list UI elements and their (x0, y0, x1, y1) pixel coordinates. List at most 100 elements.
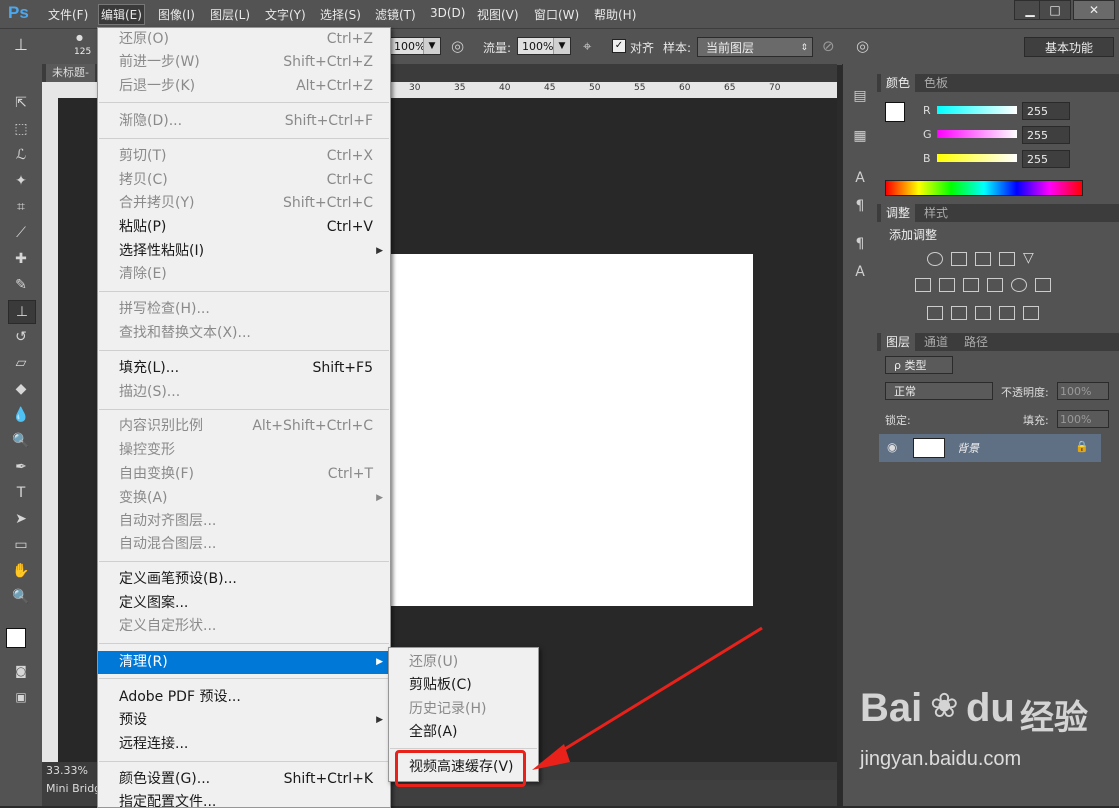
maximize-button[interactable]: □ (1039, 0, 1071, 20)
blue-slider[interactable] (937, 154, 1017, 162)
photo-filter-icon[interactable] (987, 278, 1003, 292)
color-lookup-icon[interactable] (1035, 278, 1051, 292)
ignore-adjustment-icon[interactable]: ⊘ (822, 37, 835, 55)
menu-type[interactable]: 文字(Y) (265, 6, 306, 23)
hand-tool-icon[interactable]: ✋ (8, 560, 34, 582)
exposure-icon[interactable] (999, 252, 1015, 266)
menu-item-paste[interactable]: 粘贴(P) Ctrl+V (98, 216, 390, 239)
menu-item-copy[interactable]: 拷贝(C) Ctrl+C (98, 169, 390, 192)
brightness-icon[interactable] (927, 252, 943, 266)
align-checkbox[interactable]: ✓ (612, 39, 626, 53)
pressure-opacity-icon[interactable]: ◎ (451, 37, 464, 55)
layer-opacity-field[interactable]: 100% (1057, 382, 1109, 400)
eyedropper-tool-icon[interactable]: ⟋ (8, 222, 34, 244)
menu-item-define-shape[interactable]: 定义自定形状... (98, 615, 390, 638)
flow-field[interactable]: 100% ▼ (517, 37, 571, 55)
chevron-down-icon[interactable]: ▼ (423, 38, 440, 54)
menu-item-transform[interactable]: 变换(A) ▶ (98, 487, 390, 510)
zoom-level[interactable]: 33.33% (46, 764, 88, 777)
brush-preview-icon[interactable]: ● (76, 33, 83, 42)
close-button[interactable]: ✕ (1073, 0, 1115, 20)
menu-item-auto-blend[interactable]: 自动混合图层... (98, 533, 390, 556)
purge-item-undo[interactable]: 还原(U) (389, 651, 538, 674)
green-slider[interactable] (937, 130, 1017, 138)
pen-tool-icon[interactable]: ✒ (8, 456, 34, 478)
chevron-down-icon[interactable]: ▼ (553, 38, 570, 54)
curves-icon[interactable] (975, 252, 991, 266)
menu-item-cut[interactable]: 剪切(T) Ctrl+X (98, 145, 390, 168)
layer-fill-field[interactable]: 100% (1057, 410, 1109, 428)
invert-icon[interactable] (927, 306, 943, 320)
color-balance-icon[interactable] (939, 278, 955, 292)
eraser-tool-icon[interactable]: ▱ (8, 352, 34, 374)
menu-file[interactable]: 文件(F) (48, 6, 88, 23)
clone-stamp-icon[interactable]: ⊥ (14, 35, 28, 54)
opacity-field[interactable]: 100% ▼ (389, 37, 441, 55)
menu-item-copy-merged[interactable]: 合并拷贝(Y) Shift+Ctrl+C (98, 192, 390, 215)
zoom-tool-icon[interactable]: 🔍 (8, 586, 34, 608)
airbrush-icon[interactable]: ⌖ (583, 37, 591, 55)
paragraph-styles-icon[interactable]: ¶ (851, 236, 869, 254)
menu-item-pdf-presets[interactable]: Adobe PDF 预设... (98, 686, 390, 709)
tab-layers[interactable]: 图层 (881, 333, 916, 351)
menu-item-define-pattern[interactable]: 定义图案... (98, 592, 390, 615)
tab-swatches[interactable]: 色板 (919, 74, 953, 92)
layer-row-background[interactable]: ◉ 背景 🔒 (879, 434, 1101, 462)
tab-paths[interactable]: 路径 (959, 333, 993, 351)
menu-filter[interactable]: 滤镜(T) (375, 6, 416, 23)
type-tool-icon[interactable]: T (8, 482, 34, 504)
menu-item-find-replace[interactable]: 查找和替换文本(X)... (98, 322, 390, 345)
menu-3d[interactable]: 3D(D) (430, 6, 465, 20)
actions-panel-icon[interactable]: ▦ (851, 128, 869, 146)
menu-layer[interactable]: 图层(L) (210, 6, 250, 23)
menu-item-define-brush[interactable]: 定义画笔预设(B)... (98, 568, 390, 591)
hue-saturation-icon[interactable] (915, 278, 931, 292)
crop-tool-icon[interactable]: ⌗ (8, 196, 34, 218)
layer-filter-select[interactable]: ρ 类型 (885, 356, 953, 374)
brush-tool-icon[interactable]: ✎ (8, 274, 34, 296)
character-styles-icon[interactable]: A (851, 264, 869, 282)
menu-item-remote-connections[interactable]: 远程连接... (98, 733, 390, 756)
brush-size-value[interactable]: 125 (74, 47, 91, 57)
menu-item-purge[interactable]: 清理(R) ▶ (98, 651, 390, 674)
blue-value[interactable]: 255 (1022, 150, 1070, 168)
color-spectrum-bar[interactable] (885, 180, 1083, 196)
menu-edit[interactable]: 编辑(E) (98, 4, 145, 25)
gradient-map-icon[interactable] (1023, 306, 1039, 320)
lasso-tool-icon[interactable]: ℒ (8, 144, 34, 166)
red-slider[interactable] (937, 106, 1017, 114)
menu-item-paste-special[interactable]: 选择性粘贴(I) ▶ (98, 240, 390, 263)
marquee-tool-icon[interactable]: ⬚ (8, 118, 34, 140)
menu-item-content-aware-scale[interactable]: 内容识别比例 Alt+Shift+Ctrl+C (98, 415, 390, 438)
tab-channels[interactable]: 通道 (919, 333, 953, 351)
healing-brush-icon[interactable]: ✚ (8, 248, 34, 270)
workspace-button[interactable]: 基本功能 (1024, 37, 1114, 57)
menu-window[interactable]: 窗口(W) (534, 6, 579, 23)
menu-item-auto-align[interactable]: 自动对齐图层... (98, 510, 390, 533)
purge-item-histories[interactable]: 历史记录(H) (389, 698, 538, 721)
purge-item-all[interactable]: 全部(A) (389, 721, 538, 744)
menu-item-free-transform[interactable]: 自由变换(F) Ctrl+T (98, 463, 390, 486)
tab-styles[interactable]: 样式 (919, 204, 953, 222)
foreground-color-swatch[interactable] (885, 102, 905, 122)
channel-mixer-icon[interactable] (1011, 278, 1027, 292)
menu-help[interactable]: 帮助(H) (594, 6, 636, 23)
foreground-color-swatch[interactable] (6, 628, 26, 648)
pressure-size-icon[interactable]: ◎ (856, 37, 869, 55)
layer-name[interactable]: 背景 (957, 440, 979, 456)
dodge-tool-icon[interactable]: 🔍 (8, 430, 34, 452)
menu-item-undo[interactable]: 还原(O) Ctrl+Z (98, 28, 390, 51)
move-tool-icon[interactable]: ⇱ (8, 92, 34, 114)
character-panel-icon[interactable]: A (851, 170, 869, 188)
menu-item-color-settings[interactable]: 颜色设置(G)... Shift+Ctrl+K (98, 768, 390, 791)
menu-image[interactable]: 图像(I) (158, 6, 195, 23)
blend-mode-select[interactable]: 正常 (885, 382, 993, 400)
threshold-icon[interactable] (975, 306, 991, 320)
history-panel-icon[interactable]: ▤ (851, 88, 869, 106)
red-value[interactable]: 255 (1022, 102, 1070, 120)
shape-tool-icon[interactable]: ▭ (8, 534, 34, 556)
screen-mode-icon[interactable]: ▣ (8, 686, 34, 708)
sample-select[interactable]: 当前图层 ⇕ (697, 37, 813, 57)
menu-item-fade[interactable]: 渐隐(D)... Shift+Ctrl+F (98, 110, 390, 133)
posterize-icon[interactable] (951, 306, 967, 320)
